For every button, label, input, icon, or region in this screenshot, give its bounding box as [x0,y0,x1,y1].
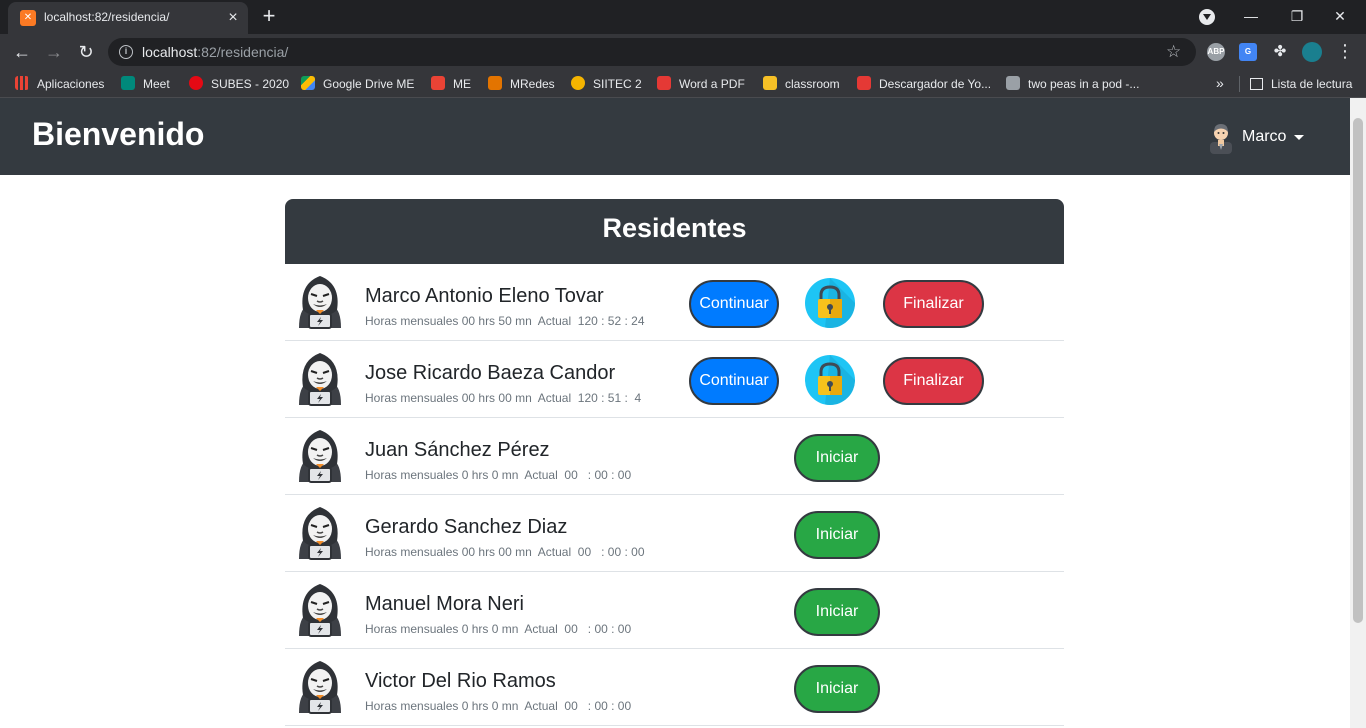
bookmark-google-drive[interactable]: Google Drive ME [301,76,414,92]
start-button[interactable]: Iniciar [794,588,880,636]
download-icon [857,76,871,90]
reading-list-icon [1250,78,1263,90]
user-avatar-icon [1210,124,1232,154]
resident-row: Jose Ricardo Baeza Candor Horas mensuales… [285,341,1064,418]
resident-name: Marco Antonio Eleno Tovar [365,285,604,307]
start-button[interactable]: Iniciar [794,434,880,482]
extensions-puzzle-icon[interactable]: ✤ [1271,43,1289,61]
close-tab-icon[interactable]: × [224,9,242,27]
bookmark-classroom[interactable]: classroom [763,76,840,92]
bookmark-aplicaciones[interactable]: Aplicaciones [15,76,104,92]
resident-hours: Horas mensuales 0 hrs 0 mn Actual 00 : 0… [365,699,632,713]
siitec-icon [571,76,585,90]
resident-row: Marco Antonio Eleno Tovar Horas mensuales… [285,264,1064,341]
hacker-avatar-icon [299,507,341,560]
subes-icon [189,76,203,90]
minimize-icon[interactable]: — [1236,4,1266,28]
resident-hours: Horas mensuales 00 hrs 50 mn Actual 120 … [365,314,645,328]
hacker-avatar-icon [299,584,341,637]
start-button[interactable]: Iniciar [794,665,880,713]
chevron-down-icon [1294,135,1304,140]
resident-hours: Horas mensuales 00 hrs 00 mn Actual 120 … [365,391,642,405]
hacker-avatar-icon [299,276,341,329]
resident-name: Victor Del Rio Ramos [365,670,556,692]
adblock-extension-icon[interactable]: ABP [1207,43,1225,61]
page-viewport: Bienvenido Marco Residentes Marco Antoni… [0,98,1366,728]
xampp-favicon-icon: ✕ [20,10,36,26]
restore-icon[interactable]: ❐ [1282,4,1312,28]
continue-button[interactable]: Continuar [689,280,779,328]
mredes-icon [488,76,502,90]
user-name: Marco [1242,128,1287,145]
card-title: Residentes [602,213,747,243]
lock-icon [818,278,855,328]
bookmark-descargador[interactable]: Descargador de Yo... [857,76,991,92]
resident-name: Manuel Mora Neri [365,593,524,615]
resident-name: Jose Ricardo Baeza Candor [365,362,616,384]
address-bar[interactable]: i localhost:82/residencia/ ☆ [108,38,1196,66]
resident-name: Gerardo Sanchez Diaz [365,516,568,538]
bookmark-word-a-pdf[interactable]: Word a PDF [657,76,745,92]
finish-button[interactable]: Finalizar [883,280,984,328]
gmail-icon [431,76,445,90]
bookmark-me[interactable]: ME [431,76,471,92]
meet-icon [121,76,135,90]
bookmark-subes[interactable]: SUBES - 2020 [189,76,289,92]
hacker-avatar-icon [299,353,341,406]
finish-button[interactable]: Finalizar [883,357,984,405]
lock-icon [818,355,855,405]
browser-tabstrip: ✕ localhost:82/residencia/ × + — ❐ ✕ [0,0,1366,34]
browser-toolbar: ← → ↻ i localhost:82/residencia/ ☆ ABP G… [0,34,1366,70]
more-bookmarks-icon[interactable]: » [1216,75,1224,91]
residents-card: Residentes Marco Antonio Eleno Tovar Hora… [285,199,1064,728]
bookmark-siitec[interactable]: SIITEC 2 [571,76,642,92]
app-navbar: Bienvenido Marco [0,98,1350,175]
lock-button[interactable] [805,355,855,405]
reading-list-button[interactable]: Lista de lectura [1250,76,1352,92]
browser-menu-icon[interactable]: ⋮ [1336,40,1354,62]
tab-search-icon[interactable] [1199,9,1215,25]
hacker-avatar-icon [299,430,341,483]
resident-hours: Horas mensuales 0 hrs 0 mn Actual 00 : 0… [365,468,632,482]
bookmarks-bar: Aplicaciones Meet SUBES - 2020 Google Dr… [0,70,1366,98]
bookmark-star-icon[interactable]: ☆ [1166,42,1181,62]
resident-row: Gerardo Sanchez Diaz Horas mensuales 00 h… [285,495,1064,572]
new-tab-icon[interactable]: + [258,5,280,28]
tab-title: localhost:82/residencia/ [44,10,170,24]
reload-icon[interactable]: ↻ [74,41,98,63]
close-window-icon[interactable]: ✕ [1325,4,1355,28]
scrollbar-thumb[interactable] [1353,118,1363,623]
resident-row: Manuel Mora Neri Horas mensuales 0 hrs 0 … [285,572,1064,649]
resident-name: Juan Sánchez Pérez [365,439,550,461]
bookmark-mredes[interactable]: MRedes [488,76,555,92]
bookmark-two-peas[interactable]: two peas in a pod -... [1006,76,1139,92]
resident-hours: Horas mensuales 00 hrs 00 mn Actual 00 :… [365,545,645,559]
bookmark-meet[interactable]: Meet [121,76,170,92]
lock-button[interactable] [805,278,855,328]
forward-icon[interactable]: → [42,41,66,63]
apps-grid-icon [15,76,29,90]
card-header: Residentes [285,199,1064,264]
continue-button[interactable]: Continuar [689,357,779,405]
back-icon[interactable]: ← [10,41,34,63]
profile-avatar-icon[interactable] [1302,42,1322,62]
resident-row: Victor Del Rio Ramos Horas mensuales 0 hr… [285,649,1064,726]
heart-icon [657,76,671,90]
google-drive-icon [301,76,315,90]
url-text: localhost:82/residencia/ [142,44,289,60]
page-scrollbar[interactable] [1350,98,1366,728]
browser-tab[interactable]: ✕ localhost:82/residencia/ × [8,2,248,34]
translate-extension-icon[interactable]: G [1239,43,1257,61]
start-button[interactable]: Iniciar [794,511,880,559]
two-peas-icon [1006,76,1020,90]
classroom-icon [763,76,777,90]
brand-title: Bienvenido [32,116,205,152]
bookmarks-divider [1239,76,1240,92]
site-info-icon[interactable]: i [119,45,133,59]
resident-row: Juan Sánchez Pérez Horas mensuales 0 hrs … [285,418,1064,495]
resident-hours: Horas mensuales 0 hrs 0 mn Actual 00 : 0… [365,622,632,636]
hacker-avatar-icon [299,661,341,714]
